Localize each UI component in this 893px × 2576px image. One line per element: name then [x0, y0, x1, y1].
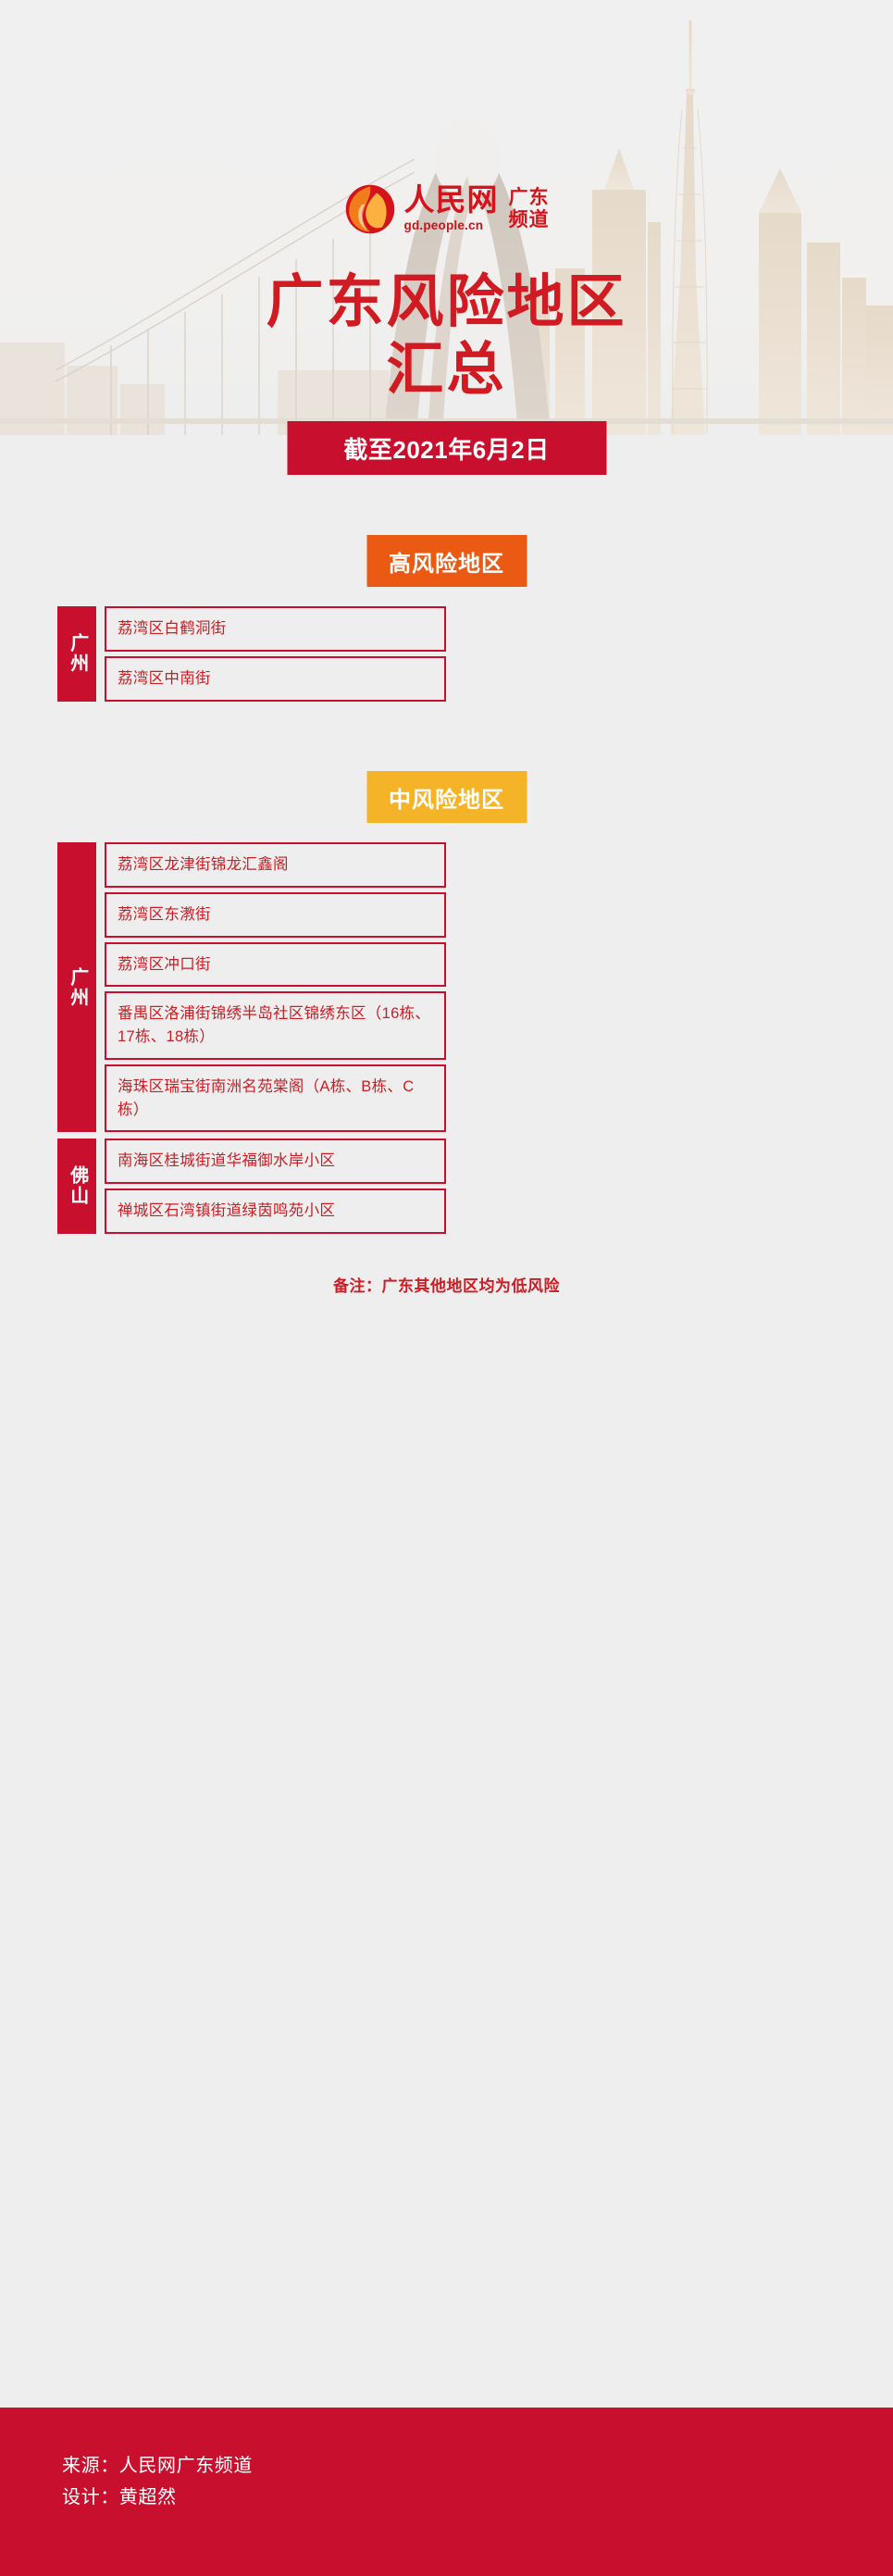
- section-header-medium-risk: 中风险地区: [366, 771, 527, 823]
- footer-designer: 设计：黄超然: [62, 2487, 177, 2508]
- date-banner: 截至2021年6月2日: [287, 421, 606, 475]
- page-title: 广东风险地区 汇总: [0, 268, 893, 404]
- group-label-foshan: 佛山: [57, 1139, 96, 1234]
- group-label-guangzhou: 广州: [57, 842, 96, 1133]
- footnote: 备注：广东其他地区均为低风险: [333, 1277, 560, 1295]
- brand-channel-line1: 广东: [508, 187, 550, 209]
- group-medium-risk-foshan: 佛山 南海区桂城街道华福御水岸小区 禅城区石湾镇街道绿茵鸣苑小区: [57, 1139, 446, 1234]
- page-title-line1: 广东风险地区: [266, 270, 627, 334]
- group-rows: 荔湾区龙津街锦龙汇鑫阁 荔湾区东漖街 荔湾区冲口街 番禺区洛浦街锦绣半岛社区锦绣…: [105, 842, 446, 1133]
- footer-bar: 来源：人民网广东频道 设计：黄超然: [0, 2408, 893, 2576]
- list-item: 荔湾区白鹤洞街: [105, 606, 446, 652]
- list-item: 海珠区瑞宝街南洲名苑棠阁（A栋、B栋、C栋）: [105, 1064, 446, 1133]
- brand-channel: 广东 频道: [509, 187, 550, 230]
- list-item: 荔湾区冲口街: [105, 941, 446, 988]
- group-rows: 荔湾区白鹤洞街 荔湾区中南街: [105, 606, 446, 702]
- infographic-poster: 人民网 gd.people.cn 广东 频道 广东风险地区 汇总 截至2021年…: [0, 0, 893, 2576]
- brand-text-block: 人民网 gd.people.cn: [403, 183, 499, 233]
- group-medium-risk-guangzhou: 广州 荔湾区龙津街锦龙汇鑫阁 荔湾区东漖街 荔湾区冲口街 番禺区洛浦街锦绣半岛社…: [57, 842, 446, 1133]
- brand-logo: 人民网 gd.people.cn 广东 频道: [0, 183, 893, 235]
- list-item: 禅城区石湾镇街道绿茵鸣苑小区: [105, 1188, 446, 1234]
- group-rows: 南海区桂城街道华福御水岸小区 禅城区石湾镇街道绿茵鸣苑小区: [105, 1139, 446, 1234]
- brand-channel-line2: 频道: [508, 209, 550, 230]
- list-item: 荔湾区中南街: [105, 655, 446, 702]
- list-item: 南海区桂城街道华福御水岸小区: [105, 1139, 446, 1184]
- group-high-risk-guangzhou: 广州 荔湾区白鹤洞街 荔湾区中南街: [57, 606, 446, 702]
- group-label-guangzhou: 广州: [57, 606, 96, 702]
- page-title-line2: 汇总: [386, 338, 507, 403]
- footer-source: 来源：人民网广东频道: [62, 2456, 253, 2476]
- list-item: 荔湾区东漖街: [105, 891, 446, 938]
- list-item: 荔湾区龙津街锦龙汇鑫阁: [105, 842, 446, 888]
- list-item: 番禺区洛浦街锦绣半岛社区锦绣东区（16栋、17栋、18栋）: [105, 991, 446, 1060]
- section-header-high-risk: 高风险地区: [366, 535, 527, 587]
- people-cn-flame-icon: [345, 184, 394, 234]
- brand-name-cn: 人民网: [403, 183, 499, 218]
- brand-url: gd.people.cn: [403, 218, 484, 233]
